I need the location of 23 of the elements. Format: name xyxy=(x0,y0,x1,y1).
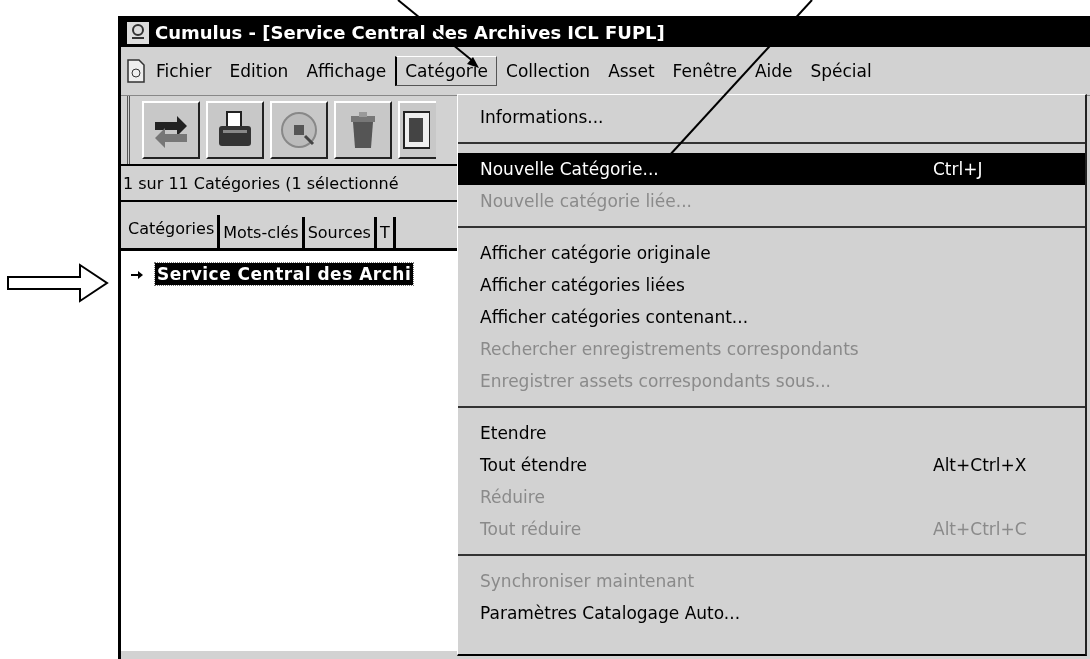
menu-item[interactable]: Asset xyxy=(599,56,664,86)
menu-item[interactable]: Fichier xyxy=(147,56,221,86)
menu-option[interactable]: Afficher catégorie originale xyxy=(458,237,1085,269)
status-text: 1 sur 11 Catégories (1 sélectionné xyxy=(123,173,399,193)
menu-item[interactable]: Collection xyxy=(497,56,600,86)
menu-item[interactable]: Spécial xyxy=(801,56,881,86)
menu-option[interactable]: Etendre xyxy=(458,417,1085,449)
menu-option[interactable]: Afficher catégories contenant... xyxy=(458,301,1085,333)
menu-option[interactable]: Afficher catégories liées xyxy=(458,269,1085,301)
menu-item[interactable]: Affichage xyxy=(297,56,396,86)
menu-item[interactable]: Fenêtre xyxy=(663,56,746,86)
menu-item[interactable]: Edition xyxy=(220,56,298,86)
menu-option[interactable]: Nouvelle Catégorie... Ctrl+J xyxy=(458,153,1085,185)
window-title: Cumulus - [Service Central des Archives ICL FUPL] xyxy=(155,22,665,43)
menu-item[interactable]: Aide xyxy=(745,56,802,86)
shortcut-text: Alt+Ctrl+C xyxy=(933,519,1028,539)
menu-option[interactable]: Informations... xyxy=(458,101,1085,133)
tab[interactable]: Catégories xyxy=(125,215,221,248)
shortcut-text: Alt+Ctrl+X xyxy=(933,455,1028,475)
shortcut-text: Ctrl+J xyxy=(933,159,984,179)
menu-option[interactable]: Tout étendre Alt+Ctrl+X xyxy=(458,449,1085,481)
tree-item[interactable]: Service Central des Archi xyxy=(155,263,414,285)
menu-option[interactable]: Paramètres Catalogage Auto... xyxy=(458,597,1085,629)
